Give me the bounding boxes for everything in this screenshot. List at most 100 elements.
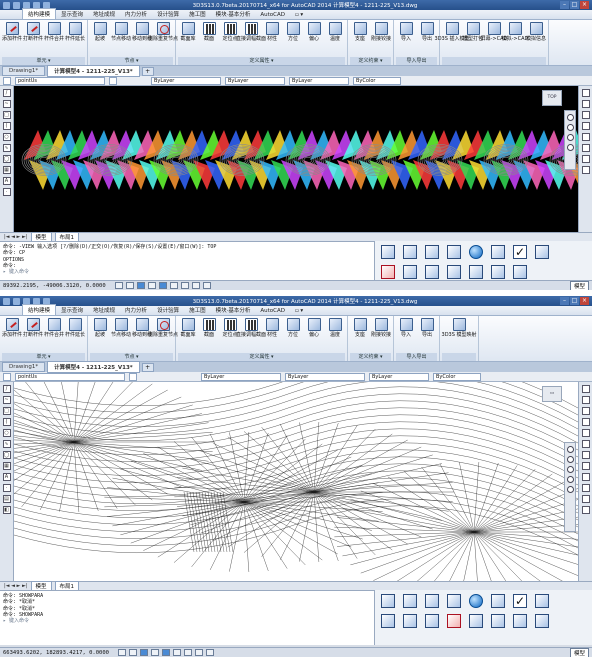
point-icon[interactable]: · xyxy=(2,188,11,196)
ortho-toggle[interactable] xyxy=(136,282,145,289)
panel-title[interactable]: 定义属性 ▾ xyxy=(178,353,345,361)
section-library-button[interactable]: 截面库 xyxy=(178,22,198,42)
add-member-button[interactable]: 添加杆件 xyxy=(2,318,22,338)
line-icon[interactable]: / xyxy=(2,89,11,97)
tab-module-analysis[interactable]: 模块·基本分析 xyxy=(211,305,256,315)
check-icon[interactable] xyxy=(513,245,527,259)
tab-more[interactable]: ▫ ▾ xyxy=(290,11,308,19)
panel-title[interactable]: 导入导出 xyxy=(396,353,437,361)
merge-member-button[interactable]: 杆件合并 xyxy=(44,318,64,338)
color-dropdown[interactable]: ByLayer xyxy=(201,372,281,381)
drawing-viewport-top[interactable]: TOP xyxy=(14,86,578,232)
polyline-icon[interactable]: ~ xyxy=(2,396,11,404)
tab-address[interactable]: 地址成规 xyxy=(88,305,120,315)
polar-toggle[interactable] xyxy=(147,282,156,289)
table-icon[interactable]: ▤ xyxy=(2,495,11,503)
maximize-icon[interactable]: □ xyxy=(570,297,579,305)
tab-structure-modeling[interactable]: 结构建模 xyxy=(22,304,57,315)
layout-nav-icon[interactable]: |◄ ◄ ► ►| xyxy=(4,234,28,240)
section-library-button[interactable]: 截面库 xyxy=(178,318,198,338)
break-member-button[interactable]: 打断杆件 xyxy=(23,22,43,42)
cube-front-icon[interactable] xyxy=(403,594,417,608)
layer-state-icon[interactable] xyxy=(129,372,137,381)
ellipse-icon[interactable]: ◯ xyxy=(2,451,11,459)
temperature-button[interactable]: 温度 xyxy=(325,318,345,338)
tab-display-query[interactable]: 显示查询 xyxy=(56,9,88,19)
hinge-button[interactable]: 刚接铰接 xyxy=(371,318,391,338)
viewcube[interactable]: ▭ xyxy=(542,386,562,402)
import-button[interactable]: 导入 xyxy=(396,22,416,42)
showmotion-icon[interactable] xyxy=(566,144,574,151)
temperature-button[interactable]: 温度 xyxy=(325,22,345,42)
adjust-section-button[interactable]: 直接调幅截面 xyxy=(236,22,266,42)
cube-side-icon[interactable] xyxy=(425,594,439,608)
support-button[interactable]: 支座 xyxy=(350,22,370,42)
erase-icon[interactable] xyxy=(581,385,590,393)
move-icon[interactable] xyxy=(581,440,590,448)
osnap-toggle[interactable] xyxy=(158,282,167,289)
block-icon[interactable]: ◧ xyxy=(2,506,11,514)
insert-model-button[interactable]: 3D3S 插入模型 xyxy=(435,22,470,42)
frame-icon[interactable] xyxy=(469,265,483,279)
panel-title[interactable]: 节点 ▾ xyxy=(90,57,173,65)
adjust-section-button[interactable]: 直接调幅截面 xyxy=(236,318,266,338)
point-icon[interactable]: · xyxy=(2,484,11,492)
offset-icon[interactable] xyxy=(581,418,590,426)
ducs-toggle[interactable] xyxy=(183,649,192,656)
lineweight-dropdown[interactable]: ByLayer xyxy=(289,76,349,85)
spline-icon[interactable]: ∿ xyxy=(2,144,11,152)
tab-autocad[interactable]: AutoCAD xyxy=(255,307,290,315)
arch-button[interactable]: 起坡 xyxy=(90,22,110,42)
orbit-icon[interactable] xyxy=(566,134,574,141)
command-input[interactable]: ▸ 键入命令 xyxy=(3,618,371,624)
break-member-button[interactable]: 打断杆件 xyxy=(23,318,43,338)
close-icon[interactable]: × xyxy=(580,1,589,9)
tab-address[interactable]: 地址成规 xyxy=(88,9,120,19)
drawing-viewport-bottom[interactable]: ▭ xyxy=(14,382,578,581)
command-input[interactable]: ▸ 键入命令 xyxy=(3,269,371,275)
model-mapping-button[interactable]: 3D3S 模型映射 xyxy=(442,318,477,338)
polyline-icon[interactable]: ~ xyxy=(2,100,11,108)
zoom-icon[interactable] xyxy=(566,124,574,131)
extend-member-button[interactable]: 杆件延长 xyxy=(65,318,85,338)
s-shape-icon[interactable] xyxy=(491,265,505,279)
delete-duplicate-nodes-button[interactable]: 删除重复节点 xyxy=(148,318,178,338)
navigation-bar[interactable] xyxy=(564,442,576,532)
otrack-toggle[interactable] xyxy=(169,282,178,289)
close-icon[interactable]: × xyxy=(580,297,589,305)
dyn-toggle[interactable] xyxy=(194,649,203,656)
steeringwheel-icon[interactable] xyxy=(566,446,574,453)
orientation-button[interactable]: 方位 xyxy=(283,22,303,42)
layer-state-icon[interactable] xyxy=(109,76,117,85)
lwt-toggle[interactable] xyxy=(205,649,214,656)
orientation-button[interactable]: 方位 xyxy=(283,318,303,338)
model-space-button[interactable]: 模型 xyxy=(569,647,589,657)
box-icon[interactable] xyxy=(513,614,527,628)
frame-icon[interactable] xyxy=(535,614,549,628)
hatch-icon[interactable]: ▦ xyxy=(2,462,11,470)
sphere-icon[interactable] xyxy=(469,245,483,259)
linetype-dropdown[interactable]: ByLayer xyxy=(225,76,285,85)
pan-icon[interactable] xyxy=(566,114,574,121)
rotate-icon[interactable] xyxy=(581,451,590,459)
lineweight-dropdown[interactable]: ByLayer xyxy=(369,372,429,381)
doc-tab-drawing1[interactable]: Drawing1* xyxy=(2,362,46,372)
scale-icon[interactable] xyxy=(581,462,590,470)
ducs-toggle[interactable] xyxy=(180,282,189,289)
new-tab-icon[interactable]: + xyxy=(141,362,154,372)
command-window[interactable]: 命令: SHOWPARA 命令: *取消* 命令: *取消* 命令: SHOWP… xyxy=(0,590,374,645)
text-icon[interactable]: A xyxy=(2,177,11,185)
minimize-icon[interactable]: – xyxy=(560,1,569,9)
otrack-toggle[interactable] xyxy=(172,649,181,656)
tab-internal-force[interactable]: 内力分析 xyxy=(120,9,152,19)
pan-icon[interactable] xyxy=(566,456,574,463)
section-button[interactable]: 截面 xyxy=(199,318,219,338)
tab-display-query[interactable]: 显示查询 xyxy=(56,305,88,315)
section-button[interactable]: 截面 xyxy=(199,22,219,42)
color-dropdown[interactable]: ByLayer xyxy=(151,76,221,85)
tab-structure-modeling[interactable]: 结构建模 xyxy=(22,8,57,19)
cube-top-icon[interactable] xyxy=(447,594,461,608)
eccentricity-button[interactable]: 偏心 xyxy=(304,318,324,338)
doc-tab-drawing1[interactable]: Drawing1* xyxy=(2,66,46,76)
scale-icon[interactable] xyxy=(581,166,590,174)
